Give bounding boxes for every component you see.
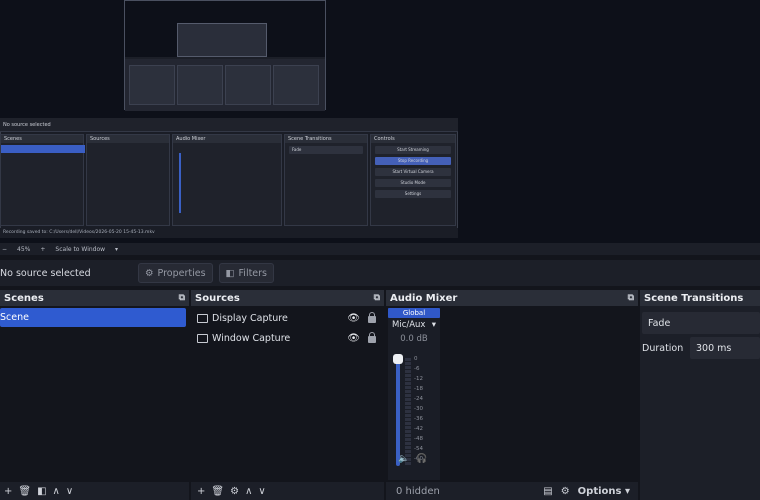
meter-tick: -54: [414, 446, 423, 452]
lock-icon[interactable]: [368, 312, 376, 323]
nested-controls: Controls Start Streaming Stop Recording …: [370, 134, 456, 226]
nested-mixer: Audio Mixer: [172, 134, 282, 226]
meter-tick: -36: [414, 416, 423, 422]
nested-context-bar: No source selected: [0, 118, 458, 132]
remove-source-icon[interactable]: 🗑: [211, 486, 224, 497]
sources-dock: Sources ⧉ Display Capture 👁 Window Captu…: [191, 290, 384, 500]
nested-obs-window: [124, 0, 326, 111]
meter-tick: -30: [414, 406, 423, 412]
source-item[interactable]: Display Capture 👁: [191, 308, 384, 328]
nested-sources: Sources: [86, 134, 170, 226]
undock-icon[interactable]: ⧉: [628, 293, 634, 303]
global-tag: Global: [388, 308, 440, 318]
monitor-icon: [197, 313, 208, 323]
fader-handle[interactable]: [393, 354, 403, 364]
scenes-list: Scene: [0, 306, 189, 482]
duration-field[interactable]: 300 ms: [690, 337, 760, 359]
gear-icon: ⚙: [145, 267, 154, 279]
remove-scene-icon[interactable]: 🗑: [18, 486, 31, 497]
add-scene-icon[interactable]: +: [4, 486, 12, 497]
source-item[interactable]: Window Capture 👁: [191, 328, 384, 348]
volume-meter: [405, 358, 411, 466]
volume-fader[interactable]: [396, 358, 400, 466]
chevron-down-icon: ▾: [431, 320, 436, 330]
transition-select[interactable]: Fade: [642, 312, 760, 334]
sources-toolbar: + 🗑 ⚙ ∧ ∨: [191, 482, 384, 500]
meter-tick: -6: [414, 366, 420, 372]
zoom-in-button[interactable]: +: [40, 246, 45, 253]
channel-name[interactable]: Mic/Aux ▾: [388, 318, 440, 332]
scenes-title: Scenes: [4, 292, 44, 304]
scene-transitions-dock: Scene Transitions Fade Duration 300 ms: [640, 290, 760, 500]
mixer-body: Global Mic/Aux ▾ 0.0 dB 0 -6 -12 -18 -24…: [386, 306, 638, 482]
channel-level: 0.0 dB: [400, 334, 428, 344]
scenes-dock: Scenes ⧉ Scene + 🗑 ◧ ∧ ∨: [0, 290, 189, 500]
add-source-icon[interactable]: +: [197, 486, 205, 497]
headphones-icon[interactable]: 🎧: [416, 454, 427, 464]
meter-tick: -24: [414, 396, 423, 402]
no-source-label: No source selected: [0, 267, 91, 279]
meter-tick: -42: [414, 426, 423, 432]
chevron-down-icon: ▾: [624, 485, 630, 497]
source-properties-icon[interactable]: ⚙: [230, 486, 239, 497]
move-down-icon[interactable]: ∨: [66, 486, 73, 497]
filters-button[interactable]: ◧ Filters: [218, 263, 275, 283]
preview-canvas[interactable]: No source selected Scenes Sources Audio …: [0, 0, 760, 243]
move-up-icon[interactable]: ∧: [53, 486, 60, 497]
meter-tick: -18: [414, 386, 423, 392]
audio-mixer-dock: Audio Mixer ⧉ Global Mic/Aux ▾ 0.0 dB 0 …: [386, 290, 638, 500]
move-up-icon[interactable]: ∧: [245, 486, 252, 497]
sources-list: Display Capture 👁 Window Capture 👁: [191, 306, 384, 482]
nested-transitions: Scene Transitions Fade: [284, 134, 368, 226]
visibility-icon[interactable]: 👁: [347, 333, 360, 344]
options-button[interactable]: Options ▾: [578, 486, 630, 497]
zoom-value: 45%: [17, 245, 31, 253]
advanced-audio-icon[interactable]: ⚙: [561, 486, 570, 497]
hidden-count: 0 hidden: [396, 485, 440, 497]
mixer-title: Audio Mixer: [390, 292, 458, 304]
scene-item[interactable]: Scene: [0, 308, 186, 327]
lock-icon[interactable]: [368, 332, 376, 343]
zoom-mode[interactable]: Scale to Window: [55, 246, 105, 253]
meter-tick: -12: [414, 376, 423, 382]
mixer-channel: Global Mic/Aux ▾ 0.0 dB 0 -6 -12 -18 -24…: [388, 308, 440, 480]
meter-tick: -48: [414, 436, 423, 442]
nested-status-bar: Recording saved to: C:/Users/dell/Videos…: [0, 228, 458, 238]
meter-tick: 0: [414, 356, 418, 362]
undock-icon[interactable]: ⧉: [179, 293, 185, 303]
duration-label: Duration: [642, 342, 684, 354]
scene-filters-icon[interactable]: ◧: [37, 486, 46, 497]
undock-icon[interactable]: ⧉: [374, 293, 380, 303]
nested-preview: [0, 0, 458, 118]
window-icon: [197, 333, 208, 343]
move-down-icon[interactable]: ∨: [258, 486, 265, 497]
filter-icon: ◧: [225, 267, 235, 279]
speaker-muted-icon[interactable]: 🔈: [398, 454, 409, 464]
nested-scenes: Scenes: [0, 134, 85, 226]
transitions-title: Scene Transitions: [644, 292, 744, 304]
preview-capture: No source selected Scenes Sources Audio …: [0, 0, 458, 238]
mixer-toolbar: 0 hidden ▤ ⚙ Options ▾: [386, 482, 638, 500]
layout-icon[interactable]: ▤: [543, 486, 552, 497]
visibility-icon[interactable]: 👁: [347, 313, 360, 324]
zoom-bar: − 45% + Scale to Window ▾: [0, 243, 760, 255]
zoom-dropdown-icon[interactable]: ▾: [115, 246, 118, 253]
sources-title: Sources: [195, 292, 240, 304]
context-bar: No source selected ⚙ Properties ◧ Filter…: [0, 260, 760, 286]
properties-button[interactable]: ⚙ Properties: [138, 263, 213, 283]
zoom-out-button[interactable]: −: [2, 246, 7, 253]
scenes-toolbar: + 🗑 ◧ ∧ ∨: [0, 482, 189, 500]
